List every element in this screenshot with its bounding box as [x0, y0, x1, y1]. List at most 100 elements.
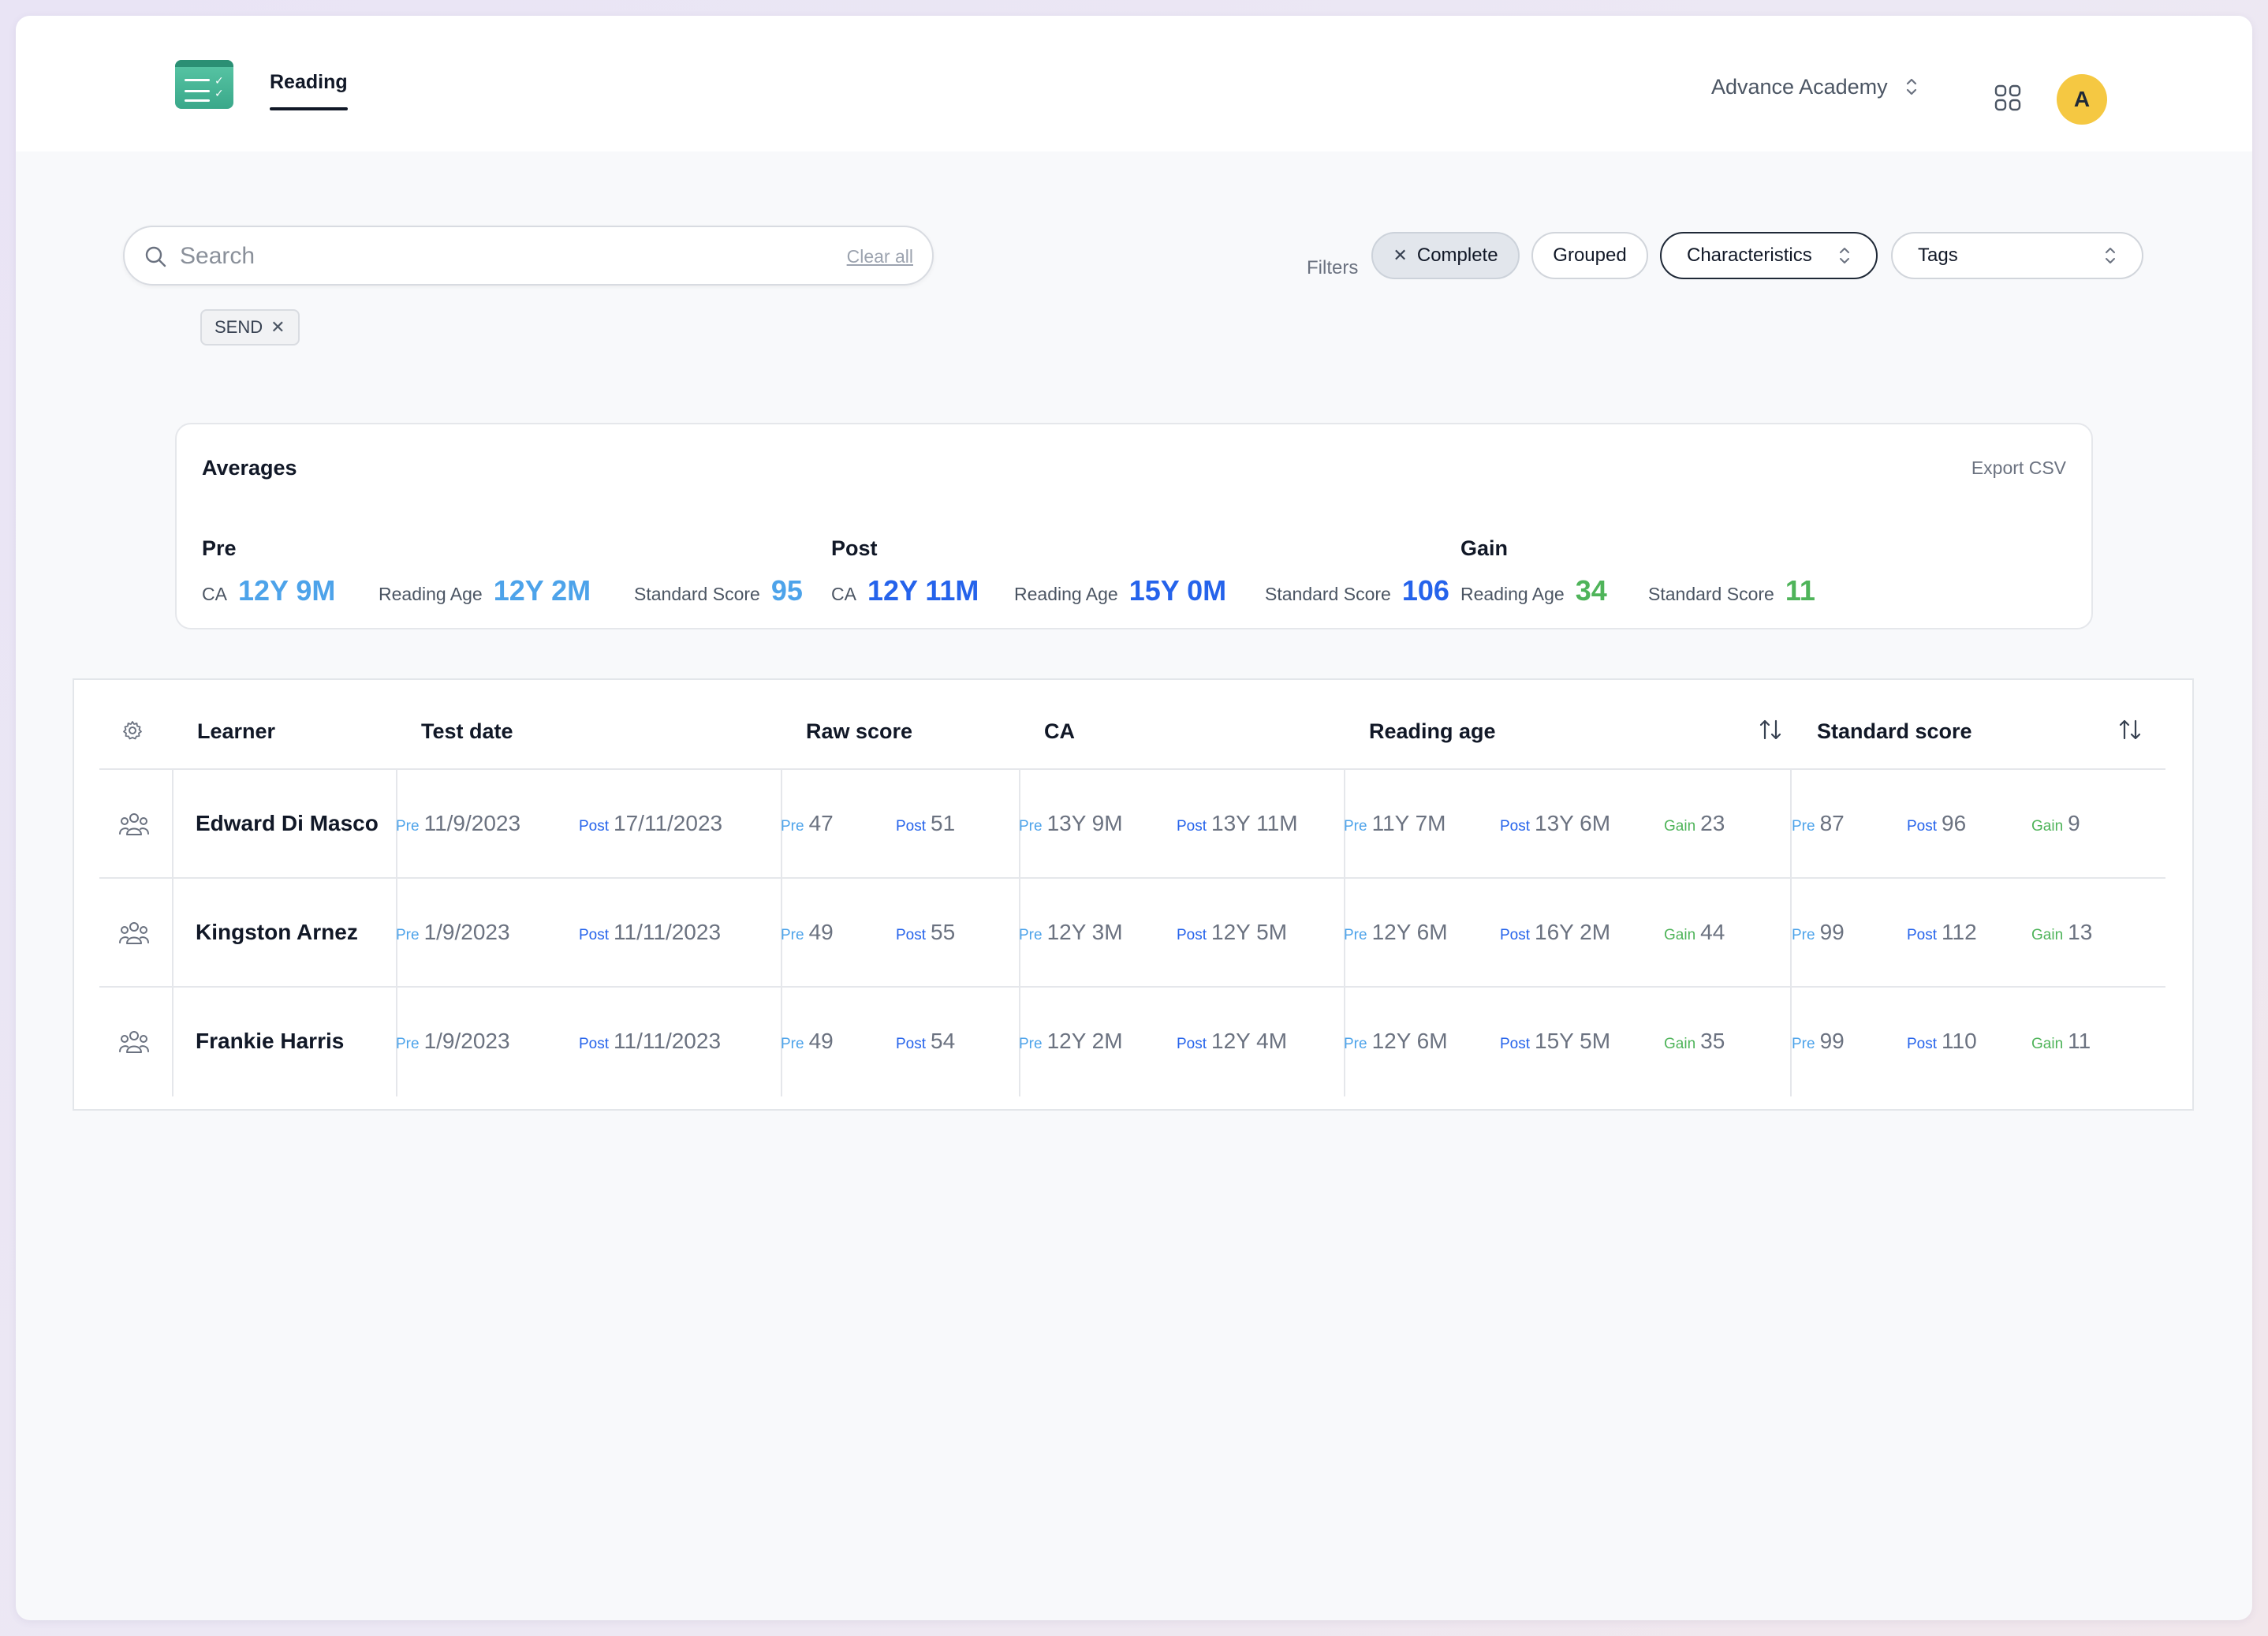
- post-tag: Post: [579, 1036, 610, 1052]
- filter-grouped-pill[interactable]: Grouped: [1531, 232, 1648, 279]
- filter-complete-label: Complete: [1416, 245, 1498, 266]
- settings-gear-icon[interactable]: [121, 719, 144, 741]
- post-tag: Post: [579, 927, 610, 943]
- ss-gain-cell: Gain 13: [2031, 920, 2092, 945]
- post-tag: Post: [1177, 927, 1207, 943]
- cell-value: 99: [1819, 1029, 1845, 1053]
- cell-value: 9: [2068, 811, 2080, 835]
- gain-tag: Gain: [2031, 818, 2064, 835]
- cell-value: 1/9/2023: [423, 1029, 510, 1053]
- pre-tag: Pre: [1344, 1036, 1367, 1052]
- averages-pre-title: Pre: [202, 536, 237, 560]
- ca-pre-cell: Pre 13Y 9M: [1019, 811, 1123, 836]
- date-pre-cell: Pre 1/9/2023: [396, 1029, 510, 1054]
- close-icon[interactable]: ✕: [270, 317, 285, 338]
- cell-value: 54: [931, 1029, 956, 1053]
- post-tag: Post: [1907, 818, 1938, 835]
- metric-label: CA: [202, 584, 227, 604]
- learner-name[interactable]: Frankie Harris: [196, 1029, 344, 1054]
- export-csv-button[interactable]: Export CSV: [1971, 458, 2066, 479]
- metric-value: 11: [1785, 574, 1815, 607]
- pre-tag: Pre: [1792, 1036, 1815, 1052]
- ra-gain-cell: Gain 44: [1664, 920, 1725, 945]
- sort-reading-age-icon[interactable]: [1757, 716, 1784, 743]
- results-table: Learner Test date Raw score CA Reading a…: [73, 678, 2194, 1111]
- metric-label: Standard Score: [1648, 584, 1774, 604]
- pre-tag: Pre: [1344, 927, 1367, 943]
- pre-tag: Pre: [396, 1036, 420, 1052]
- filter-complete-pill[interactable]: ✕ Complete: [1371, 232, 1520, 279]
- cell-value: 13: [2068, 920, 2093, 944]
- ss-pre-cell: Pre 99: [1792, 1029, 1845, 1054]
- ss-gain-cell: Gain 11: [2031, 1029, 2091, 1054]
- metric-label: CA: [831, 584, 856, 604]
- group-icon[interactable]: [118, 1029, 150, 1055]
- gain-reading-age-metric: Reading Age 34: [1460, 574, 1607, 607]
- cell-value: 12Y 3M: [1046, 920, 1123, 944]
- cell-value: 55: [931, 920, 956, 944]
- ra-pre-cell: Pre 12Y 6M: [1344, 920, 1448, 945]
- table-row[interactable]: Frankie Harris Pre 1/9/2023 Post 11/11/2023 P…: [99, 986, 2165, 1096]
- learner-name[interactable]: Edward Di Masco: [196, 811, 379, 836]
- date-post-cell: Post 11/11/2023: [579, 920, 721, 945]
- post-tag: Post: [896, 927, 927, 943]
- averages-title: Averages: [202, 456, 297, 480]
- metric-value: 95: [770, 574, 803, 607]
- metric-label: Standard Score: [634, 584, 760, 604]
- group-icon[interactable]: [118, 811, 150, 838]
- column-test-date: Test date: [421, 719, 513, 743]
- search-icon: [145, 246, 166, 267]
- ca-post-cell: Post 12Y 4M: [1177, 1029, 1287, 1054]
- group-icon[interactable]: [118, 920, 150, 947]
- ss-post-cell: Post 112: [1907, 920, 1977, 945]
- ss-pre-cell: Pre 99: [1792, 920, 1845, 945]
- search-input[interactable]: [180, 238, 811, 275]
- metric-value: 12Y 9M: [237, 574, 336, 607]
- gain-tag: Gain: [1664, 1036, 1696, 1052]
- pre-tag: Pre: [1792, 818, 1815, 835]
- column-divider: [172, 879, 173, 988]
- metric-value: 34: [1575, 574, 1607, 607]
- characteristics-select[interactable]: Characteristics: [1660, 232, 1878, 279]
- raw-post-cell: Post 54: [896, 1029, 955, 1054]
- pre-tag: Pre: [1344, 818, 1367, 835]
- cell-value: 12Y 4M: [1211, 1029, 1288, 1053]
- apps-grid-icon[interactable]: [1994, 84, 2022, 112]
- clear-all-link[interactable]: Clear all: [847, 246, 913, 267]
- date-post-cell: Post 11/11/2023: [579, 1029, 721, 1054]
- ca-post-cell: Post 12Y 5M: [1177, 920, 1287, 945]
- user-avatar[interactable]: A: [2057, 74, 2107, 125]
- sort-standard-score-icon[interactable]: [2117, 716, 2143, 743]
- pre-tag: Pre: [396, 927, 420, 943]
- cell-value: 13Y 6M: [1535, 811, 1611, 835]
- cell-value: 47: [808, 811, 834, 835]
- table-row[interactable]: Kingston Arnez Pre 1/9/2023 Post 11/11/2023 P…: [99, 877, 2165, 988]
- post-tag: Post: [896, 1036, 927, 1052]
- averages-gain-title: Gain: [1460, 536, 1509, 560]
- tab-reading[interactable]: Reading: [270, 71, 348, 110]
- gain-tag: Gain: [2031, 927, 2064, 943]
- cell-value: 11/11/2023: [614, 920, 722, 944]
- metric-value: 12Y 11M: [867, 574, 979, 607]
- post-tag: Post: [1500, 1036, 1531, 1052]
- cell-value: 17/11/2023: [614, 811, 723, 835]
- pre-tag: Pre: [1019, 818, 1043, 835]
- tags-select[interactable]: Tags: [1891, 232, 2143, 279]
- cell-value: 12Y 6M: [1371, 920, 1448, 944]
- learner-name[interactable]: Kingston Arnez: [196, 920, 358, 945]
- reading-app-logo[interactable]: ✓ ✓: [175, 60, 233, 109]
- ss-gain-cell: Gain 9: [2031, 811, 2080, 836]
- raw-pre-cell: Pre 49: [781, 920, 834, 945]
- ca-pre-cell: Pre 12Y 2M: [1019, 1029, 1123, 1054]
- table-row[interactable]: Edward Di Masco Pre 11/9/2023 Post 17/11/202…: [99, 768, 2165, 879]
- metric-label: Reading Age: [1014, 584, 1118, 604]
- cell-value: 13Y 11M: [1211, 811, 1298, 835]
- ra-gain-cell: Gain 35: [1664, 1029, 1725, 1054]
- chevron-up-down-icon: [1838, 245, 1851, 266]
- pre-tag: Pre: [1792, 927, 1815, 943]
- post-standard-score-metric: Standard Score 106: [1265, 574, 1449, 607]
- organisation-select[interactable]: Advance Academy: [1711, 71, 1918, 103]
- column-raw-score: Raw score: [806, 719, 913, 743]
- cell-value: 49: [808, 920, 834, 944]
- close-icon[interactable]: ✕: [1393, 245, 1407, 266]
